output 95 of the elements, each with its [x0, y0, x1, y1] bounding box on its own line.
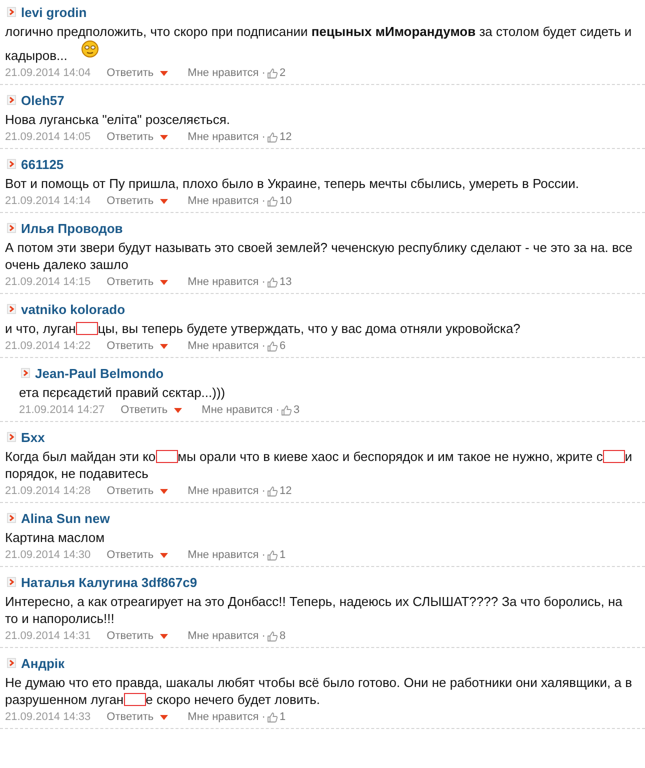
like-link[interactable]: Мне нравится · [188, 711, 266, 723]
like-link[interactable]: Мне нравится · [188, 630, 266, 642]
like-count: 1 [279, 549, 286, 561]
like-count: 2 [279, 67, 286, 79]
chevron-icon [7, 304, 16, 314]
thumbs-up-icon[interactable] [267, 68, 278, 78]
thumbs-up-icon[interactable] [267, 630, 278, 642]
comment-time: 21.09.2014 14:22 [5, 340, 91, 352]
redaction-mark [156, 450, 178, 463]
chevron-icon [7, 7, 16, 17]
caret-icon [174, 408, 182, 412]
like-link[interactable]: Мне нравится · [188, 340, 266, 352]
like-count: 12 [279, 131, 292, 143]
comment-text: логично предположить, что скоро при подписании пецыных мИморандумов за столом будет сидеть и кадыров... [5, 23, 633, 64]
author-name[interactable]: Илья Проводов [21, 220, 123, 236]
comment-time: 21.09.2014 14:30 [5, 549, 91, 561]
chevron-icon [21, 368, 30, 378]
thumbs-up-icon[interactable] [267, 340, 278, 352]
chevron-icon [7, 159, 16, 169]
caret-icon [160, 280, 168, 284]
author-name[interactable]: Наталья Калугина 3df867c9 [21, 574, 198, 590]
reply-link[interactable]: Ответить [106, 549, 168, 561]
reply-link[interactable]: Ответить [106, 131, 168, 143]
caret-icon [160, 70, 168, 76]
redaction-mark [124, 693, 146, 706]
author-name[interactable]: Бхх [21, 430, 45, 444]
author-name[interactable]: Jean-Paul Belmondo [35, 366, 164, 380]
caret-icon [160, 552, 168, 558]
smiley-icon [80, 40, 99, 58]
redaction-mark [602, 450, 625, 463]
comment-time: 21.09.2014 14:14 [5, 195, 91, 207]
like-count: 12 [279, 485, 292, 497]
author-name[interactable]: vatniko kolorado [21, 302, 126, 316]
like-link[interactable]: Мне нравится · [188, 131, 266, 143]
caret-icon [160, 714, 168, 720]
comment-time: 21.09.2014 14:15 [5, 276, 91, 288]
like-count: 1 [279, 711, 286, 723]
chevron-icon [7, 577, 16, 587]
reply-link[interactable]: Ответить [106, 195, 168, 207]
comment-text: А потом эти звери будут называть это своей землей? чеченскую республику сделают - че это за на. все очень далеко зашло [5, 239, 634, 273]
comment-time: 21.09.2014 14:31 [5, 630, 91, 642]
comment-time: 21.09.2014 14:33 [5, 711, 91, 723]
thumbs-up-icon[interactable] [267, 550, 278, 560]
thumbs-up-icon[interactable] [267, 486, 278, 496]
reply-link[interactable]: Ответить [120, 404, 182, 416]
caret-icon [160, 134, 168, 140]
like-link[interactable]: Мне нравится · [188, 485, 266, 497]
author-name[interactable]: Alina Sun new [21, 510, 110, 526]
chevron-icon [7, 658, 16, 668]
like-link[interactable]: Мне нравится · [188, 276, 266, 288]
author-name[interactable]: 661125 [21, 156, 64, 172]
author-name[interactable]: levi grodin [21, 4, 87, 20]
thumbs-up-icon[interactable] [267, 196, 278, 206]
comment-text: и что, луган цы, вы теперь будете утверждать, что у вас дома отняли укровойска? [5, 320, 522, 337]
comment-text: Не думаю что ето правда, шакалы любят чтобы всё было готово. Они не работники они халявщики, а в разрушенном луган е скоро нечего будет ловить. [5, 674, 633, 708]
chevron-icon [7, 432, 16, 442]
caret-icon [160, 488, 168, 494]
like-link[interactable]: Мне нравится · [188, 195, 266, 207]
chevron-icon [7, 223, 16, 233]
comment-time: 21.09.2014 14:04 [5, 67, 91, 79]
thumbs-up-icon[interactable] [267, 276, 278, 288]
reply-link[interactable]: Ответить [106, 276, 168, 288]
chevron-icon [7, 513, 16, 523]
chevron-icon [7, 95, 16, 105]
thumbs-up-icon[interactable] [267, 132, 278, 142]
reply-link[interactable]: Ответить [106, 711, 168, 723]
like-count: 13 [279, 276, 292, 288]
comment-text: Картина маслом [5, 529, 106, 546]
reply-link[interactable]: Ответить [106, 485, 168, 497]
redaction-mark [76, 322, 98, 335]
comment-time: 21.09.2014 14:28 [5, 485, 91, 497]
reply-link[interactable]: Ответить [106, 67, 168, 79]
comment-text: Когда был майдан эти ко мы орали что в киеве хаос и беспорядок и им такое не нужно, жрите с и порядок, не подавитесь [5, 448, 634, 482]
thumbs-up-icon[interactable] [281, 404, 292, 416]
caret-icon [160, 198, 168, 204]
thumbs-up-icon[interactable] [267, 712, 278, 722]
reply-link[interactable]: Ответить [106, 630, 168, 642]
comment-time: 21.09.2014 14:05 [5, 131, 91, 143]
comment-time: 21.09.2014 14:27 [19, 404, 105, 416]
comment-text: Нова луганська "еліта" розселяється. [5, 111, 231, 128]
like-count: 10 [279, 195, 292, 207]
like-link[interactable]: Мне нравится · [188, 549, 266, 561]
comment-text: Вот и помощь от Пу пришла, плохо было в Украине, теперь мечты сбылись, умереть в России. [5, 175, 580, 192]
like-link[interactable]: Мне нравится · [188, 67, 266, 79]
comment-text: ета пєрєадєтий правий сєктар...))) [19, 384, 226, 401]
like-count: 6 [279, 340, 286, 352]
author-name[interactable]: Андрiк [21, 656, 65, 670]
like-count: 3 [293, 404, 300, 416]
caret-icon [160, 634, 168, 638]
like-link[interactable]: Мне нравится · [202, 404, 280, 416]
like-count: 8 [279, 630, 286, 642]
author-name[interactable]: Oleh57 [21, 92, 64, 108]
reply-link[interactable]: Ответить [106, 340, 168, 352]
comment-text: Интересно, а как отреагирует на это Донбасс!! Теперь, надеюсь их СЛЫШАТ???? За что боролись, на то и напоролись!!! [5, 593, 624, 627]
caret-icon [160, 344, 168, 348]
